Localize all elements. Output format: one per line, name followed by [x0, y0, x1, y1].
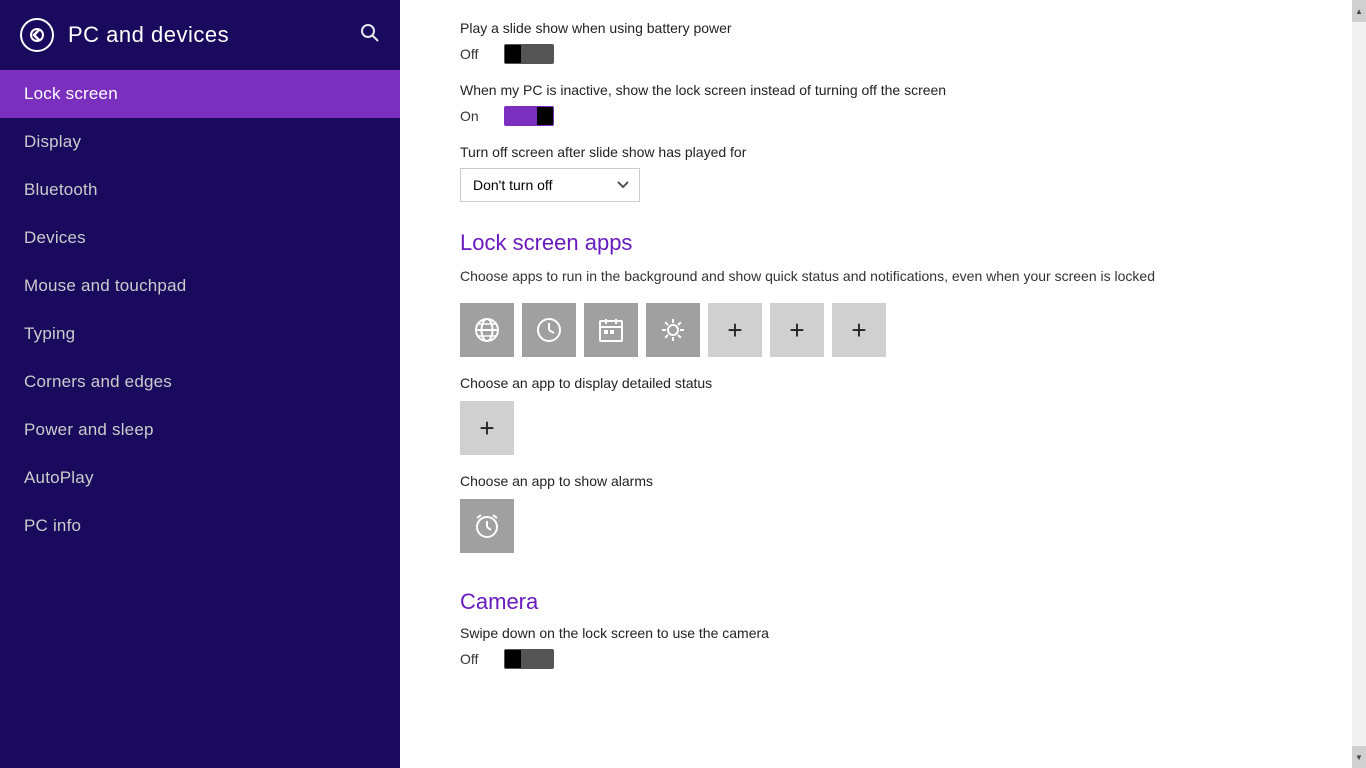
slideshow-turnoff-label: Turn off screen after slide show has pla… [460, 144, 1292, 160]
sidebar-item-power-sleep[interactable]: Power and sleep [0, 406, 400, 454]
inactive-lock-screen-state: On [460, 108, 490, 124]
sidebar-item-lock-screen[interactable]: Lock screen [0, 70, 400, 118]
lock-screen-apps-title: Lock screen apps [460, 230, 1292, 256]
app-icon-add-2[interactable]: + [770, 303, 824, 357]
inactive-lock-screen-label: When my PC is inactive, show the lock sc… [460, 82, 1292, 98]
sidebar-header: PC and devices [0, 0, 400, 70]
scroll-up-button[interactable]: ▲ [1352, 0, 1366, 22]
sidebar-item-typing[interactable]: Typing [0, 310, 400, 358]
app-icon-add-3[interactable]: + [832, 303, 886, 357]
slideshow-turnoff-dropdown[interactable]: Don't turn off 5 minutes 10 minutes 30 m… [460, 168, 640, 202]
camera-section-title: Camera [460, 589, 1292, 615]
inactive-lock-screen-toggle[interactable] [504, 106, 554, 126]
app-icon-detailed-status-add[interactable]: + [460, 401, 514, 455]
back-button[interactable] [20, 18, 54, 52]
sidebar-title: PC and devices [68, 22, 229, 48]
sidebar-nav: Lock screen Display Bluetooth Devices Mo… [0, 70, 400, 550]
app-icon-globe[interactable] [460, 303, 514, 357]
camera-swipe-toggle-row: Off [460, 649, 1292, 669]
slideshow-battery-label: Play a slide show when using battery pow… [460, 20, 1292, 36]
sidebar-item-corners-edges[interactable]: Corners and edges [0, 358, 400, 406]
lock-screen-apps-icons: + + + [460, 303, 1292, 357]
sidebar-item-pc-info[interactable]: PC info [0, 502, 400, 550]
app-icon-calendar[interactable] [584, 303, 638, 357]
sidebar-item-mouse-touchpad[interactable]: Mouse and touchpad [0, 262, 400, 310]
camera-swipe-label: Swipe down on the lock screen to use the… [460, 625, 1292, 641]
scrollbar: ▲ ▼ [1352, 0, 1366, 768]
slideshow-battery-toggle[interactable] [504, 44, 554, 64]
slideshow-battery-state: Off [460, 46, 490, 62]
alarms-label: Choose an app to show alarms [460, 473, 1292, 489]
camera-toggle[interactable] [504, 649, 554, 669]
app-icon-alarm-clock[interactable] [460, 499, 514, 553]
sidebar-item-autoplay[interactable]: AutoPlay [0, 454, 400, 502]
slideshow-battery-thumb [505, 45, 521, 63]
main-content: Play a slide show when using battery pow… [400, 0, 1352, 768]
camera-toggle-thumb [505, 650, 521, 668]
search-button[interactable] [360, 23, 380, 48]
inactive-lock-screen-toggle-row: On [460, 106, 1292, 126]
app-icon-add-1[interactable]: + [708, 303, 762, 357]
slideshow-battery-setting: Play a slide show when using battery pow… [460, 20, 1292, 64]
inactive-lock-screen-setting: When my PC is inactive, show the lock sc… [460, 82, 1292, 126]
app-icon-brightness[interactable] [646, 303, 700, 357]
lock-screen-apps-desc: Choose apps to run in the background and… [460, 266, 1292, 287]
slideshow-battery-toggle-row: Off [460, 44, 1292, 64]
sidebar-item-display[interactable]: Display [0, 118, 400, 166]
sidebar-item-bluetooth[interactable]: Bluetooth [0, 166, 400, 214]
detailed-status-label: Choose an app to display detailed status [460, 375, 1292, 391]
scroll-track [1352, 22, 1366, 746]
slideshow-turnoff-setting: Turn off screen after slide show has pla… [460, 144, 1292, 202]
camera-swipe-setting: Swipe down on the lock screen to use the… [460, 625, 1292, 669]
camera-toggle-state: Off [460, 651, 490, 667]
app-icon-clock[interactable] [522, 303, 576, 357]
sidebar-item-devices[interactable]: Devices [0, 214, 400, 262]
inactive-lock-screen-thumb [537, 107, 553, 125]
sidebar: PC and devices Lock screen Display Bluet… [0, 0, 400, 768]
scroll-down-button[interactable]: ▼ [1352, 746, 1366, 768]
